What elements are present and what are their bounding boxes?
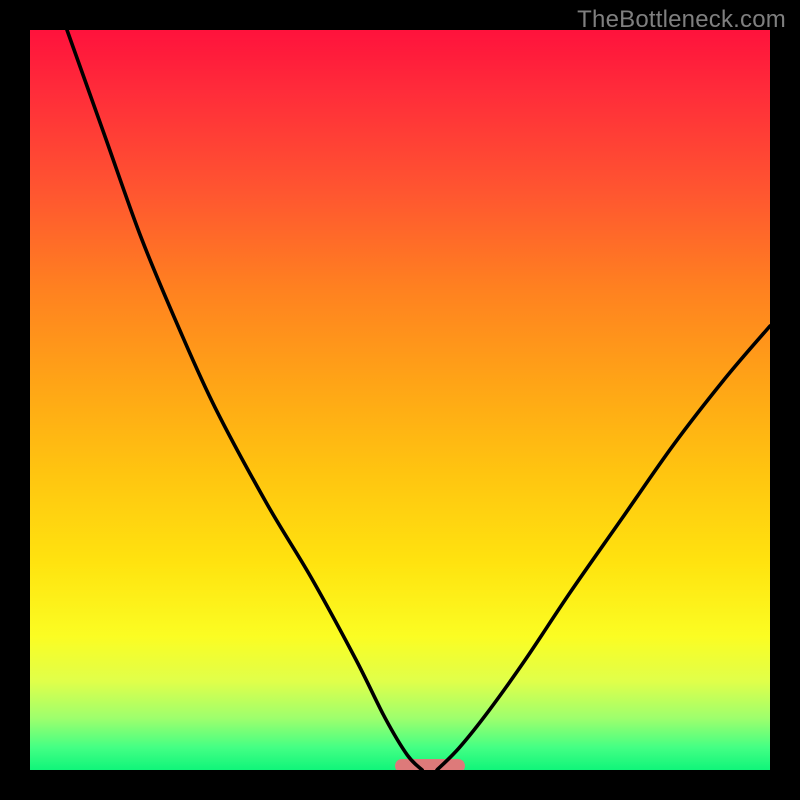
plot-area [30,30,770,770]
curve-layer [30,30,770,770]
chart-container: TheBottleneck.com [0,0,800,800]
bottleneck-curve-right [437,326,770,770]
bottleneck-curve-left [67,30,422,770]
attribution-text: TheBottleneck.com [577,6,786,34]
